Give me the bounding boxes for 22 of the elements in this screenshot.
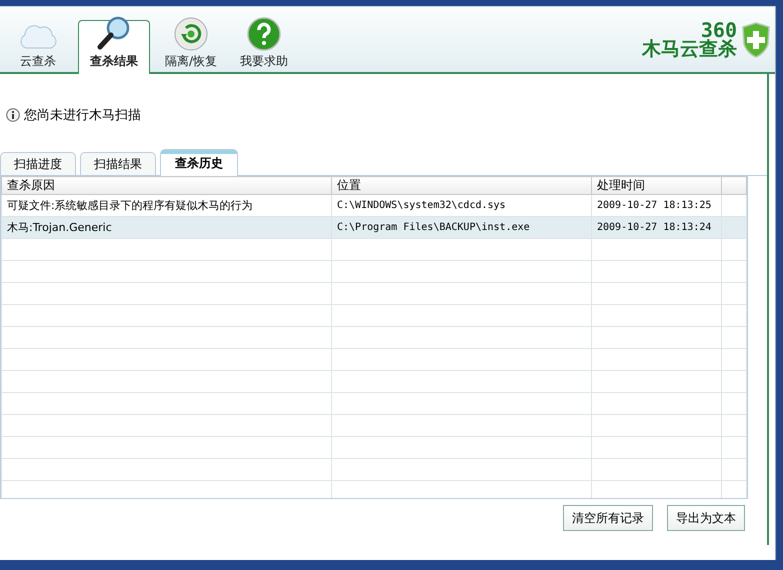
status-message: 您尚未进行木马扫描 <box>24 107 141 124</box>
table-row[interactable]: 木马:Trojan.Generic C:\Program Files\BACKUP\inst.exe 2009-10-27 18:13:24 <box>2 216 746 238</box>
tab[interactable]: 扫描进度 <box>0 152 76 175</box>
table-cell: 2009-10-27 18:13:24 <box>592 216 722 238</box>
info-icon <box>6 108 20 122</box>
column-header[interactable]: 位置 <box>332 176 592 194</box>
action-button[interactable]: 清空所有记录 <box>563 505 653 531</box>
toolbar-tab[interactable]: 云查杀 <box>6 18 70 72</box>
shield-plus-icon <box>741 22 771 58</box>
logo-number: 360 <box>700 20 737 40</box>
tab[interactable]: 查杀历史 <box>160 149 238 176</box>
toolbar-tab[interactable]: 我要求助 <box>232 18 296 72</box>
column-header[interactable]: 查杀原因 <box>2 176 332 194</box>
action-button[interactable]: 导出为文本 <box>667 505 745 531</box>
tab[interactable]: 扫描结果 <box>80 152 156 175</box>
column-header[interactable]: 处理时间 <box>592 176 722 194</box>
table-cell: C:\Program Files\BACKUP\inst.exe <box>332 216 592 238</box>
restore-icon <box>174 17 208 51</box>
help-icon <box>247 17 282 51</box>
table-cell: 木马:Trojan.Generic <box>2 216 332 238</box>
toolbar-tab[interactable]: 隔离/恢复 <box>158 18 224 72</box>
logo-text: 木马云查杀 <box>642 40 737 59</box>
